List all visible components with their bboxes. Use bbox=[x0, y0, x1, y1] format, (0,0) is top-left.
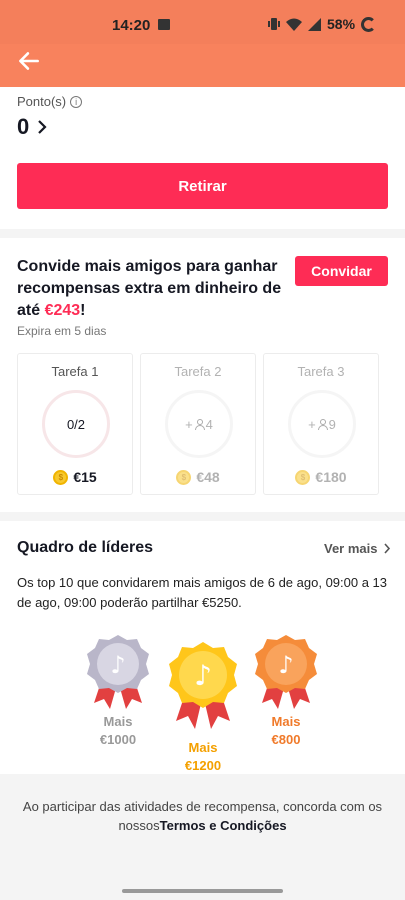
invite-button[interactable]: Convidar bbox=[295, 256, 388, 286]
leaderboard-card: Quadro de líderes Ver mais Os top 10 que… bbox=[0, 521, 405, 774]
terms-link[interactable]: Termos e Condições bbox=[160, 818, 287, 833]
points-value-row[interactable]: 0 bbox=[17, 114, 47, 140]
status-right: 58% bbox=[268, 16, 377, 32]
medal-icon: ♪ bbox=[169, 642, 237, 729]
invite-amount: €243 bbox=[44, 302, 81, 319]
task-label: Tarefa 1 bbox=[51, 364, 99, 379]
medal-silver: ♪ Mais €1000 bbox=[84, 633, 152, 753]
task-card-2[interactable]: Tarefa 2 +4 $ €48 bbox=[140, 353, 256, 495]
back-arrow-icon[interactable] bbox=[16, 48, 42, 74]
invite-title: Convide mais amigos para ganhar recompen… bbox=[17, 256, 282, 322]
wifi-icon bbox=[286, 18, 302, 31]
medal-label-line1: Mais bbox=[271, 714, 301, 729]
see-more-link[interactable]: Ver mais bbox=[324, 541, 391, 556]
battery-percent: 58% bbox=[327, 16, 356, 32]
task-card-1[interactable]: Tarefa 1 0/2 $ €15 bbox=[17, 353, 133, 495]
medal-label-line1: Mais bbox=[188, 740, 218, 755]
coin-icon: $ bbox=[53, 469, 69, 485]
plus-sign: + bbox=[185, 416, 193, 432]
svg-text:♪: ♪ bbox=[110, 651, 125, 679]
medal-icon: ♪ bbox=[255, 635, 317, 709]
status-bar: 14:20 58% bbox=[0, 0, 405, 44]
person-icon bbox=[317, 418, 328, 430]
vibrate-icon bbox=[268, 18, 280, 30]
home-indicator[interactable] bbox=[122, 889, 283, 893]
info-icon[interactable]: i bbox=[70, 95, 83, 108]
medal-gold: ♪ Mais €1200 bbox=[166, 639, 240, 779]
medal-icon: ♪ bbox=[87, 635, 149, 709]
task-progress-circle: +9 bbox=[288, 390, 356, 458]
see-more-label: Ver mais bbox=[324, 541, 378, 556]
medal-label-line2: €1000 bbox=[99, 732, 137, 747]
chevron-right-icon bbox=[38, 120, 47, 134]
friend-count: 9 bbox=[328, 416, 336, 432]
invite-card: Convide mais amigos para ganhar recompen… bbox=[0, 238, 405, 512]
medal-label: Mais €800 bbox=[252, 713, 320, 749]
medal-label-line2: €800 bbox=[271, 732, 301, 747]
battery-ring-icon bbox=[361, 16, 377, 32]
svg-text:♪: ♪ bbox=[278, 651, 293, 679]
points-label-row: Ponto(s) i bbox=[17, 94, 83, 109]
expiry-text: Expira em 5 dias bbox=[17, 324, 107, 338]
gallery-notification-icon bbox=[158, 19, 170, 30]
medal-label-line1: Mais bbox=[103, 714, 133, 729]
coin-icon: $ bbox=[176, 469, 192, 485]
task-progress-circle: +4 bbox=[165, 390, 233, 458]
footer: Ao participar das atividades de recompen… bbox=[0, 774, 405, 900]
points-value: 0 bbox=[17, 114, 30, 139]
task-card-3[interactable]: Tarefa 3 +9 $ €180 bbox=[263, 353, 379, 495]
points-label: Ponto(s) bbox=[17, 94, 67, 109]
plus-sign: + bbox=[308, 416, 316, 432]
points-card: Ponto(s) i 0 Retirar bbox=[0, 87, 405, 229]
signal-icon bbox=[308, 17, 321, 31]
task-label: Tarefa 3 bbox=[297, 364, 345, 379]
task-progress-circle: 0/2 bbox=[42, 390, 110, 458]
task-reward: $ €180 bbox=[264, 469, 378, 485]
task-reward: $ €48 bbox=[141, 469, 255, 485]
task-label: Tarefa 2 bbox=[174, 364, 222, 379]
leaderboard-description: Os top 10 que convidarem mais amigos de … bbox=[17, 575, 388, 610]
medal-label: Mais €1200 bbox=[166, 739, 240, 775]
task-reward: $ €15 bbox=[18, 469, 132, 485]
task-reward-value: €180 bbox=[315, 469, 347, 485]
task-progress: +9 bbox=[308, 417, 336, 432]
person-icon bbox=[194, 418, 205, 430]
chevron-right-icon bbox=[384, 543, 391, 554]
medal-bronze: ♪ Mais €800 bbox=[252, 633, 320, 753]
leaderboard-title: Quadro de líderes bbox=[17, 539, 154, 556]
task-reward-value: €15 bbox=[73, 469, 97, 485]
svg-text:♪: ♪ bbox=[194, 659, 212, 692]
terms-notice: Ao participar das atividades de recompen… bbox=[0, 797, 405, 835]
friend-count: 4 bbox=[205, 416, 213, 432]
header bbox=[0, 44, 405, 87]
medal-label: Mais €1000 bbox=[84, 713, 152, 749]
coin-icon: $ bbox=[295, 469, 311, 485]
task-reward-value: €48 bbox=[196, 469, 220, 485]
medal-label-line2: €1200 bbox=[184, 758, 222, 773]
withdraw-button[interactable]: Retirar bbox=[17, 163, 388, 209]
task-progress: +4 bbox=[185, 417, 213, 432]
task-progress: 0/2 bbox=[66, 416, 86, 432]
status-time: 14:20 bbox=[112, 17, 151, 34]
invite-title-suffix: ! bbox=[80, 302, 86, 319]
